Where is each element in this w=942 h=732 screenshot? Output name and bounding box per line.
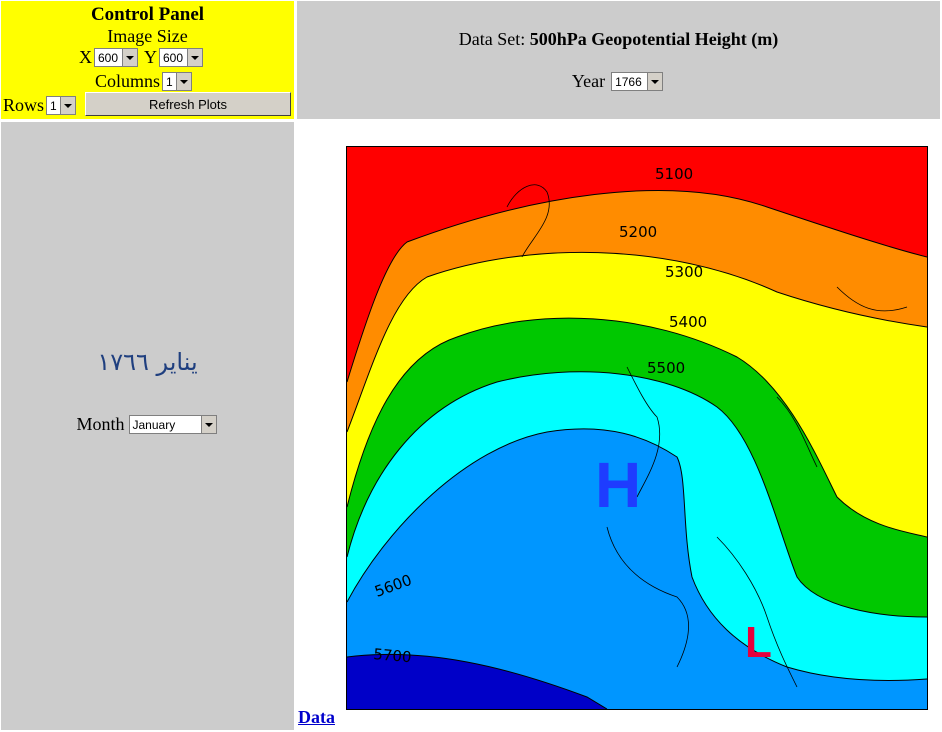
chevron-down-icon[interactable] [200, 416, 216, 433]
y-size-value: 600 [163, 50, 184, 65]
columns-label: Columns [95, 71, 161, 91]
contour-label-5100: 5100 [655, 165, 693, 183]
x-size-select[interactable]: 600 [94, 48, 138, 67]
month-value: January [132, 417, 176, 432]
year-value: 1766 [615, 74, 642, 89]
rows-label: Rows [3, 95, 45, 115]
image-size-label: Image Size [107, 26, 188, 46]
x-size-value: 600 [98, 50, 119, 65]
chevron-down-icon[interactable] [122, 49, 137, 66]
arabic-date-title: يناير ١٧٦٦ [97, 348, 198, 376]
high-pressure-marker: H [595, 449, 641, 521]
contour-label-5200: 5200 [619, 223, 657, 241]
chevron-down-icon[interactable] [176, 73, 192, 90]
plot-panel: 5100 5200 5300 5400 5500 5600 5700 H L D… [297, 122, 940, 730]
contour-label-5300: 5300 [665, 263, 703, 281]
rows-row: Rows 1 [3, 95, 78, 116]
y-label: Y [144, 47, 157, 67]
data-link[interactable]: Data [298, 707, 335, 728]
contour-label-5700: 5700 [373, 645, 413, 666]
dataset-prefix: Data Set: [458, 29, 526, 49]
control-panel: Control Panel Image Size X 600 Y 600 Col… [1, 1, 294, 119]
dataset-name: 500hPa Geopotential Height (m) [529, 29, 779, 49]
year-label: Year [571, 71, 606, 91]
rows-select[interactable]: 1 [46, 96, 77, 115]
low-pressure-marker: L [745, 618, 772, 667]
contour-label-5500: 5500 [647, 359, 685, 377]
month-row: Month January [1, 414, 294, 435]
columns-value: 1 [166, 74, 173, 89]
contour-label-5400: 5400 [669, 313, 707, 331]
chevron-down-icon[interactable] [647, 73, 663, 90]
refresh-plots-button[interactable]: Refresh Plots [85, 92, 291, 116]
month-select[interactable]: January [128, 415, 217, 434]
dataset-line: Data Set: 500hPa Geopotential Height (m) [297, 29, 940, 50]
columns-select[interactable]: 1 [162, 72, 193, 91]
dataset-header: Data Set: 500hPa Geopotential Height (m)… [297, 1, 940, 119]
chevron-down-icon[interactable] [187, 49, 202, 66]
year-row: Year 1766 [297, 71, 940, 92]
month-panel: يناير ١٧٦٦ Month January [1, 122, 294, 730]
control-panel-title: Control Panel [90, 4, 205, 25]
rows-value: 1 [50, 98, 57, 113]
geopotential-map: 5100 5200 5300 5400 5500 5600 5700 H L [346, 146, 928, 710]
image-size-row: X 600 Y 600 [79, 47, 205, 68]
month-label: Month [76, 414, 125, 434]
chevron-down-icon[interactable] [60, 97, 76, 114]
y-size-select[interactable]: 600 [159, 48, 203, 67]
x-label: X [79, 47, 92, 67]
contour-map-svg: 5100 5200 5300 5400 5500 5600 5700 H L [347, 147, 927, 709]
columns-row: Columns 1 [95, 71, 194, 92]
year-select[interactable]: 1766 [611, 72, 664, 91]
